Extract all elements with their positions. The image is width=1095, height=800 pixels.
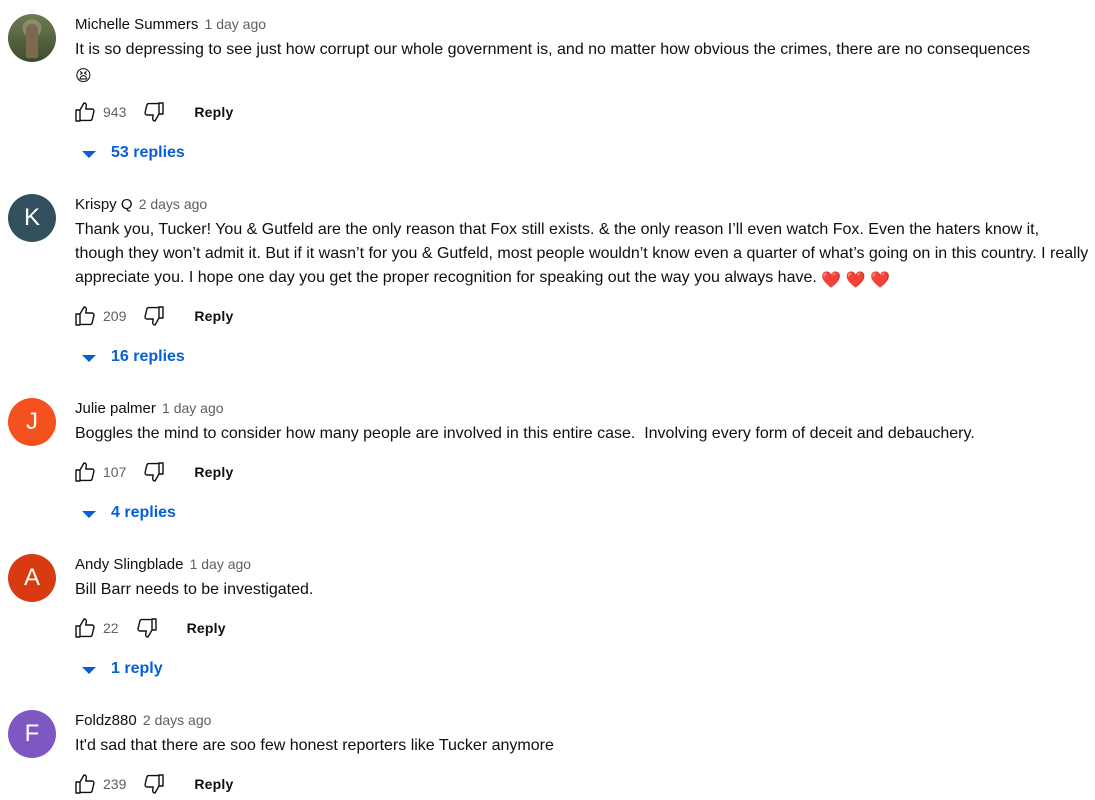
like-count: 943 (103, 104, 127, 120)
reply-button[interactable]: Reply (194, 104, 233, 120)
comment-time[interactable]: 1 day ago (162, 400, 224, 416)
comment-text: It is so depressing to see just how corr… (75, 38, 1090, 89)
comment-author[interactable]: Julie palmer (75, 400, 156, 417)
comment-text-body: Thank you, Tucker! You & Gutfeld are the… (75, 221, 1089, 286)
comment-text-body: It'd sad that there are soo few honest r… (75, 737, 554, 754)
view-replies-button[interactable]: 1 reply (82, 660, 163, 678)
comment-header: Andy Slingblade 1 day ago (75, 554, 251, 575)
thumbs-up-icon[interactable] (73, 772, 97, 796)
comment-header: Foldz880 2 days ago (75, 710, 211, 731)
comment-author[interactable]: Krispy Q (75, 196, 133, 213)
reply-button[interactable]: Reply (187, 620, 226, 636)
avatar[interactable]: K (8, 194, 56, 242)
comment-actions: 943 Reply (73, 100, 233, 124)
comment-actions: 22 Reply (73, 616, 226, 640)
replies-count: 16 replies (111, 348, 185, 365)
comment-actions: 107 Reply (73, 460, 233, 484)
thumbs-up-icon[interactable] (73, 616, 97, 640)
caret-down-icon (82, 666, 96, 674)
like-count: 22 (103, 620, 119, 636)
comment-author[interactable]: Foldz880 (75, 712, 137, 729)
reply-button[interactable]: Reply (194, 776, 233, 792)
thumbs-up-icon[interactable] (73, 304, 97, 328)
caret-down-icon (82, 150, 96, 158)
emoji: 😫 (75, 68, 92, 85)
thumbs-down-icon[interactable] (135, 616, 159, 640)
comment-text: Thank you, Tucker! You & Gutfeld are the… (75, 218, 1090, 293)
comment-text: Boggles the mind to consider how many pe… (75, 422, 1090, 446)
thumbs-down-icon[interactable] (142, 100, 166, 124)
avatar-letter: K (23, 204, 40, 231)
comment-text: Bill Barr needs to be investigated. (75, 578, 1090, 602)
avatar[interactable]: F (8, 710, 56, 758)
view-replies-button[interactable]: 53 replies (82, 144, 185, 162)
comment-text: It'd sad that there are soo few honest r… (75, 734, 1090, 758)
comment-time[interactable]: 2 days ago (139, 196, 208, 212)
replies-count: 1 reply (111, 660, 163, 677)
like-count: 239 (103, 776, 127, 792)
replies-count: 4 replies (111, 504, 176, 521)
comment-text-body: It is so depressing to see just how corr… (75, 41, 1031, 58)
reply-button[interactable]: Reply (194, 464, 233, 480)
comment-author[interactable]: Michelle Summers (75, 16, 198, 33)
comment-header: Michelle Summers 1 day ago (75, 14, 266, 35)
comment-time[interactable]: 2 days ago (143, 712, 212, 728)
comment-header: Julie palmer 1 day ago (75, 398, 224, 419)
avatar-letter: A (23, 564, 40, 591)
emoji: ❤️ ❤️ ❤️ (821, 272, 890, 289)
comment-actions: 239 Reply (73, 772, 233, 796)
thumbs-down-icon[interactable] (142, 772, 166, 796)
caret-down-icon (82, 510, 96, 518)
caret-down-icon (82, 354, 96, 362)
comment-author[interactable]: Andy Slingblade (75, 556, 183, 573)
comment-time[interactable]: 1 day ago (205, 16, 267, 32)
like-count: 107 (103, 464, 127, 480)
thumbs-up-icon[interactable] (73, 460, 97, 484)
thumbs-up-icon[interactable] (73, 100, 97, 124)
comment-text-body: Boggles the mind to consider how many pe… (75, 425, 975, 442)
thumbs-down-icon[interactable] (142, 460, 166, 484)
avatar[interactable] (8, 14, 56, 62)
avatar-letter: J (26, 408, 38, 435)
comment-actions: 209 Reply (73, 304, 233, 328)
view-replies-button[interactable]: 16 replies (82, 348, 185, 366)
avatar[interactable]: A (8, 554, 56, 602)
avatar-letter: F (24, 720, 40, 747)
thumbs-down-icon[interactable] (142, 304, 166, 328)
comment-time[interactable]: 1 day ago (190, 556, 252, 572)
replies-count: 53 replies (111, 144, 185, 161)
comment-header: Krispy Q 2 days ago (75, 194, 207, 215)
avatar[interactable]: J (8, 398, 56, 446)
reply-button[interactable]: Reply (194, 308, 233, 324)
view-replies-button[interactable]: 4 replies (82, 504, 176, 522)
like-count: 209 (103, 308, 127, 324)
comment-text-body: Bill Barr needs to be investigated. (75, 581, 314, 598)
